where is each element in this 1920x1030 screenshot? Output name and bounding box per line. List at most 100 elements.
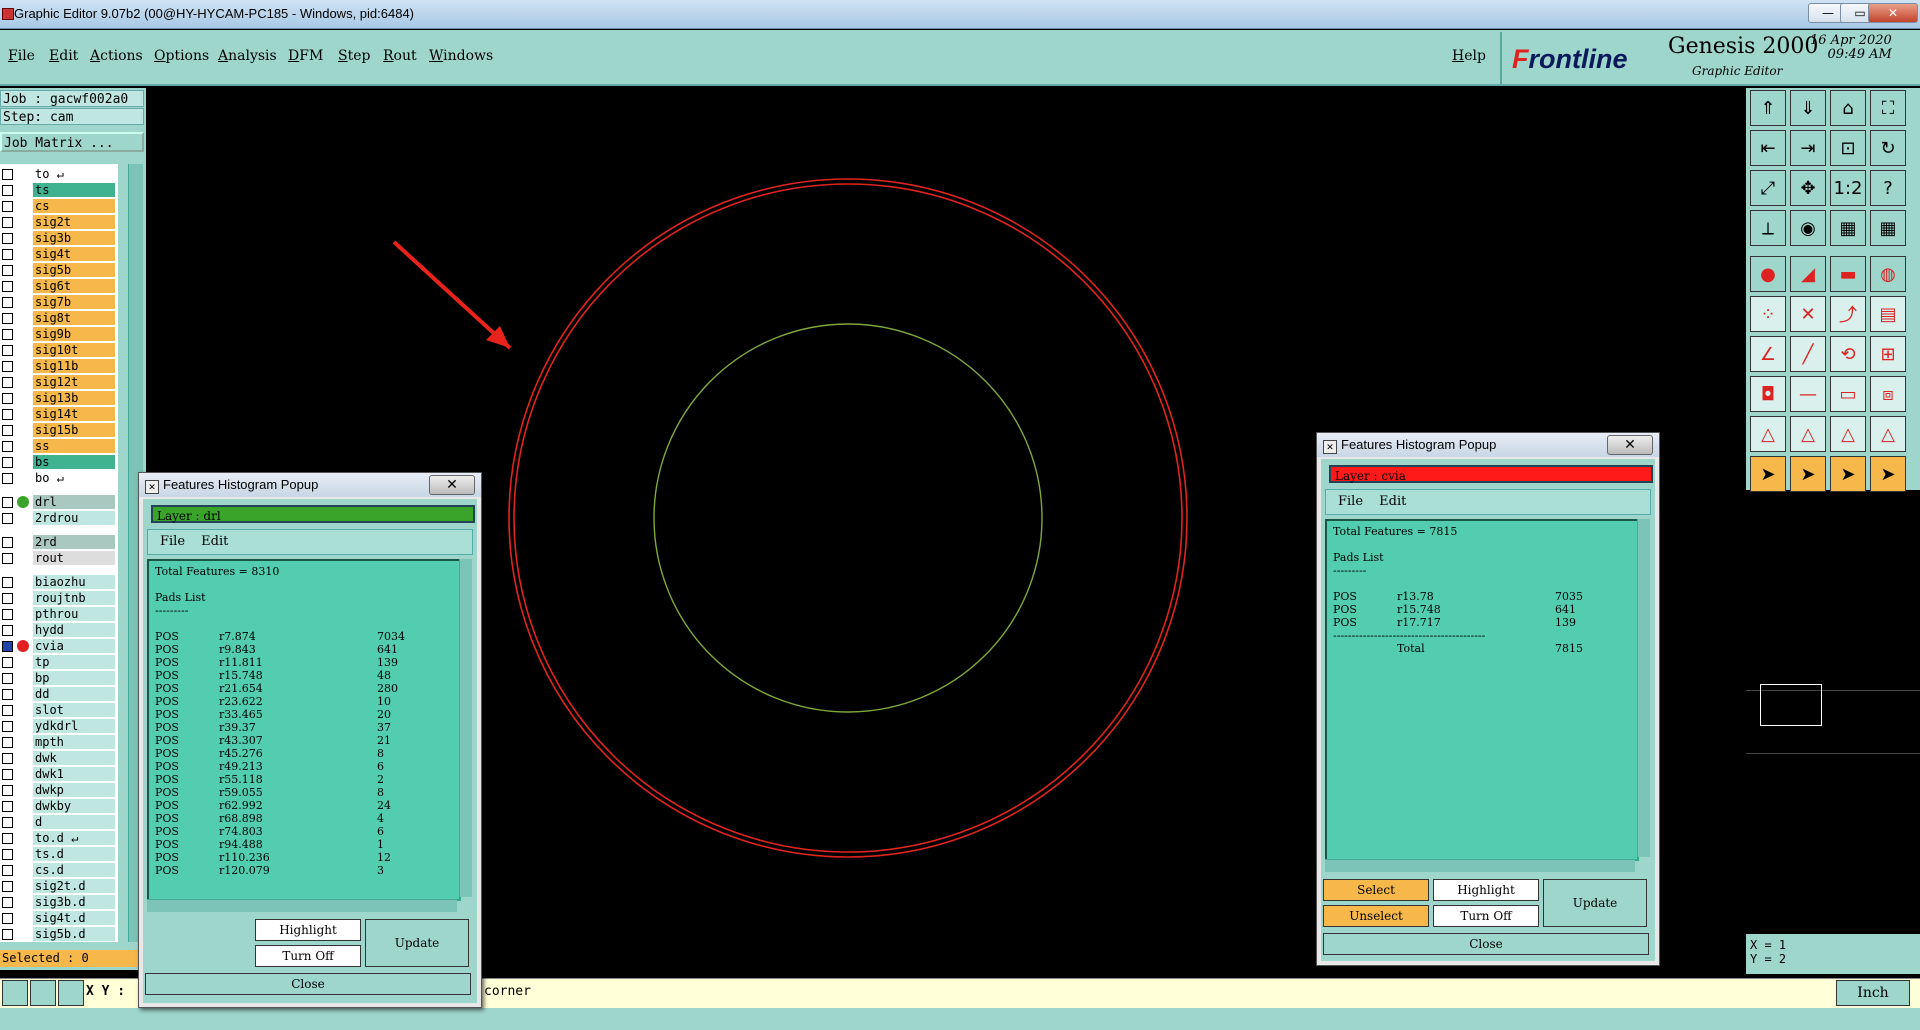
layer-row-slot[interactable]: slot xyxy=(0,702,118,718)
layer-row-sig2t[interactable]: sig2t xyxy=(0,214,118,230)
layer-checkbox[interactable] xyxy=(2,553,13,564)
layer-checkbox[interactable] xyxy=(2,329,13,340)
snap-icon[interactable]: ◢ xyxy=(1790,256,1826,292)
layer-checkbox[interactable] xyxy=(2,345,13,356)
layer-name[interactable]: drl xyxy=(33,495,115,509)
menu-rout[interactable]: Rout xyxy=(383,48,417,64)
layer-checkbox[interactable] xyxy=(2,185,13,196)
layer-row-to-d[interactable]: to.d ↵ xyxy=(0,830,118,846)
layer-checkbox[interactable] xyxy=(2,393,13,404)
snap-tool-icon[interactable] xyxy=(30,980,56,1006)
layer-checkbox[interactable] xyxy=(2,849,13,860)
layer-name[interactable]: cs.d xyxy=(33,863,115,877)
triangle-2-icon[interactable]: △ xyxy=(1790,416,1826,452)
layer-row-bs[interactable]: bs xyxy=(0,454,118,470)
layer-name[interactable]: biaozhu xyxy=(33,575,115,589)
layer-grid-2-icon[interactable]: ▦ xyxy=(1870,210,1906,246)
ruler-icon[interactable]: ◉ xyxy=(1790,210,1826,246)
layer-name[interactable]: sig5b.d xyxy=(33,927,115,941)
layer-grid-icon[interactable]: ▦ xyxy=(1830,210,1866,246)
layer-name[interactable]: mpth xyxy=(33,735,115,749)
layer-name[interactable]: bo ↵ xyxy=(33,471,115,485)
redraw-icon[interactable]: ↻ xyxy=(1870,130,1906,166)
layer-name[interactable]: sig6t xyxy=(33,279,115,293)
layer-checkbox[interactable] xyxy=(2,217,13,228)
layer-checkbox[interactable] xyxy=(2,593,13,604)
layer-row-mpth[interactable]: mpth xyxy=(0,734,118,750)
layer-row-pthrou[interactable]: pthrou xyxy=(0,606,118,622)
layer-name[interactable]: sig10t xyxy=(33,343,115,357)
layer-checkbox[interactable] xyxy=(2,281,13,292)
layer-row-cs[interactable]: cs xyxy=(0,198,118,214)
layer-row-ts[interactable]: ts xyxy=(0,182,118,198)
layer-name[interactable]: sig12t xyxy=(33,375,115,389)
layer-row-sig13b[interactable]: sig13b xyxy=(0,390,118,406)
layer-name[interactable]: sig13b xyxy=(33,391,115,405)
layer-row-biaozhu[interactable]: biaozhu xyxy=(0,574,118,590)
layer-row-dwk1[interactable]: dwk1 xyxy=(0,766,118,782)
layer-name[interactable]: slot xyxy=(33,703,115,717)
layer-checkbox[interactable] xyxy=(2,441,13,452)
layer-row-tp[interactable]: tp xyxy=(0,654,118,670)
turn-off-button[interactable]: Turn Off xyxy=(1433,905,1539,927)
units-selector[interactable]: Inch xyxy=(1836,980,1910,1006)
layer-name[interactable]: sig9b xyxy=(33,327,115,341)
layer-checkbox[interactable] xyxy=(2,753,13,764)
popup-close-button[interactable]: Close xyxy=(1323,933,1649,955)
highlight-button[interactable]: Highlight xyxy=(1433,879,1539,901)
layer-row-sig5b[interactable]: sig5b xyxy=(0,262,118,278)
layer-name[interactable]: ss xyxy=(33,439,115,453)
page-down-icon[interactable]: ⇓ xyxy=(1790,90,1826,126)
close-button[interactable]: ✕ xyxy=(1868,3,1918,23)
layer-checkbox[interactable] xyxy=(2,473,13,484)
layer-name[interactable]: to ↵ xyxy=(33,167,115,181)
layer-name[interactable]: tp xyxy=(33,655,115,669)
connect-icon[interactable]: ⤴ xyxy=(1830,296,1866,332)
layer-row-sig8t[interactable]: sig8t xyxy=(0,310,118,326)
feature-icon[interactable]: ⊞ xyxy=(1870,336,1906,372)
layer-checkbox[interactable] xyxy=(2,233,13,244)
menu-step[interactable]: Step xyxy=(338,48,370,64)
help-icon[interactable]: ? xyxy=(1870,170,1906,206)
menu-actions[interactable]: Actions xyxy=(90,48,143,64)
menu-help[interactable]: Help xyxy=(1452,48,1486,64)
pointer-4-icon[interactable]: ➤ xyxy=(1870,456,1906,492)
layer-checkbox[interactable] xyxy=(2,897,13,908)
layer-row-sig9b[interactable]: sig9b xyxy=(0,326,118,342)
layer-row-d[interactable]: d xyxy=(0,814,118,830)
layer-name[interactable]: sig14t xyxy=(33,407,115,421)
one-to-one-icon[interactable]: 1:2 xyxy=(1830,170,1866,206)
layer-checkbox[interactable] xyxy=(2,785,13,796)
layer-name[interactable]: bp xyxy=(33,671,115,685)
popup-vscroll[interactable] xyxy=(1637,519,1650,857)
menu-windows[interactable]: Windows xyxy=(429,48,493,64)
angle-icon[interactable]: ∠ xyxy=(1750,336,1786,372)
layer-name[interactable]: ts xyxy=(33,183,115,197)
popup-menu-edit[interactable]: Edit xyxy=(201,534,228,549)
layer-row-bp[interactable]: bp xyxy=(0,670,118,686)
home-icon[interactable]: ⌂ xyxy=(1830,90,1866,126)
layer-row-ts-d[interactable]: ts.d xyxy=(0,846,118,862)
update-button[interactable]: Update xyxy=(1543,879,1647,927)
layer-checkbox[interactable] xyxy=(2,881,13,892)
layer-checkbox[interactable] xyxy=(2,913,13,924)
layer-display-dot[interactable] xyxy=(17,640,29,652)
popup-hscroll[interactable] xyxy=(147,899,457,912)
layer-checkbox[interactable] xyxy=(2,297,13,308)
layer-name[interactable]: dwk1 xyxy=(33,767,115,781)
layer-name[interactable]: dwkp xyxy=(33,783,115,797)
layer-checkbox[interactable] xyxy=(2,673,13,684)
layer-name[interactable]: ydkdrl xyxy=(33,719,115,733)
triangle-icon[interactable]: △ xyxy=(1750,416,1786,452)
layer-row-sig2t-d[interactable]: sig2t.d xyxy=(0,878,118,894)
select-box-icon[interactable]: ⧈ xyxy=(1870,376,1906,412)
layer-display-dot[interactable] xyxy=(17,496,29,508)
layer-row-sig10t[interactable]: sig10t xyxy=(0,342,118,358)
popup-close-button[interactable]: Close xyxy=(145,973,471,995)
popup-menu-file[interactable]: File xyxy=(160,534,185,549)
layer-row-ydkdrl[interactable]: ydkdrl xyxy=(0,718,118,734)
layer-row-roujtnb[interactable]: roujtnb xyxy=(0,590,118,606)
layer-row-sig3b[interactable]: sig3b xyxy=(0,230,118,246)
layer-checkbox[interactable] xyxy=(2,249,13,260)
layer-checkbox[interactable] xyxy=(2,689,13,700)
